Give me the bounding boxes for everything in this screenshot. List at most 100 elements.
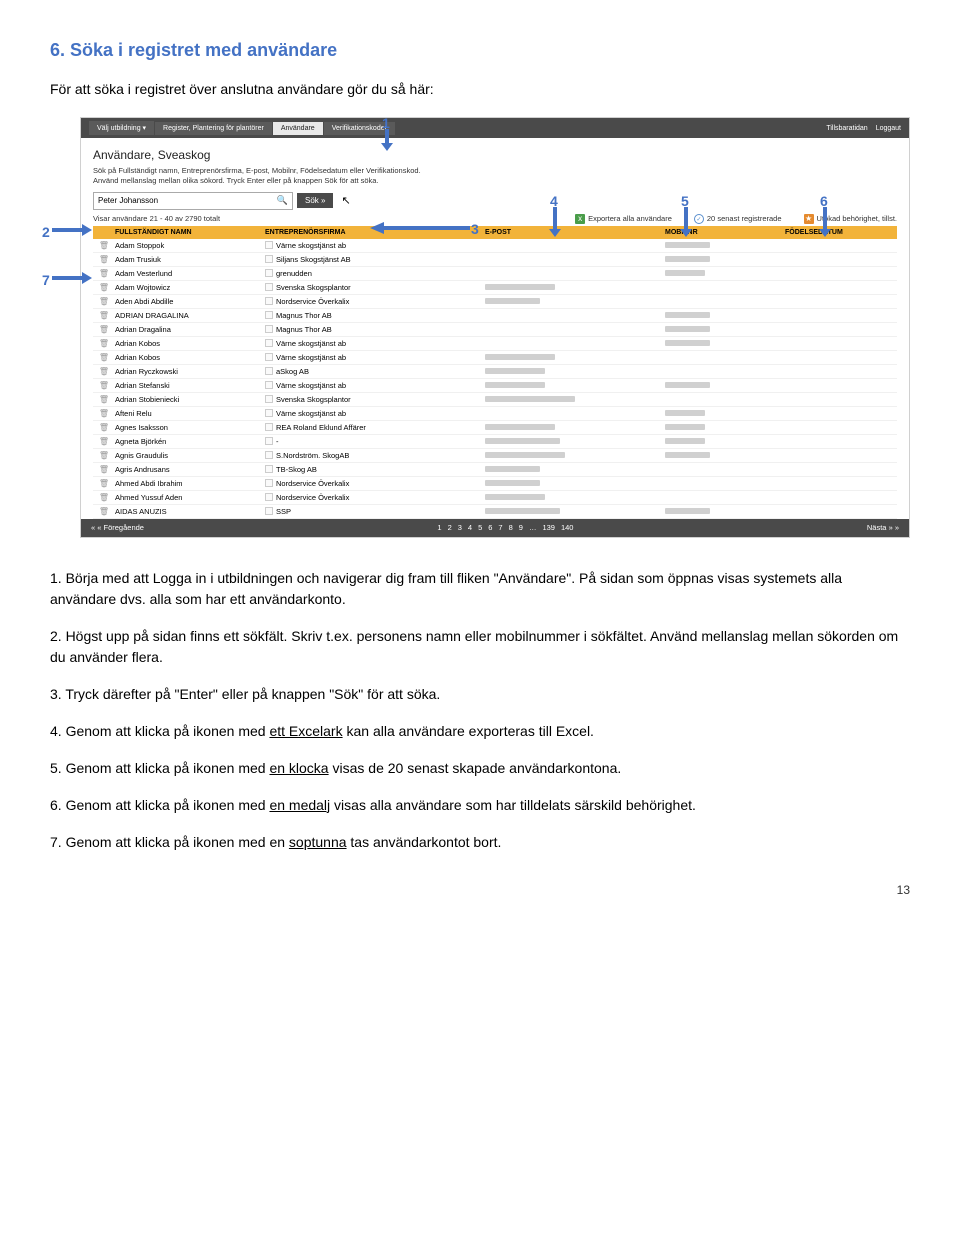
- cell-epost: [485, 493, 665, 502]
- cell-epost: [485, 381, 665, 390]
- link-recent-users[interactable]: ✓ 20 senast registrerade: [694, 214, 782, 224]
- pager-page[interactable]: 8: [509, 523, 513, 532]
- delete-icon[interactable]: 🗑: [93, 283, 115, 292]
- cell-firm: S.Nordström. SkogAB: [265, 451, 485, 460]
- delete-icon[interactable]: 🗑: [93, 507, 115, 516]
- cell-mobil: [665, 423, 785, 432]
- th-name: FULLSTÄNDIGT NAMN: [115, 229, 265, 236]
- table-row: 🗑Agris AndrusansTB-Skog AB: [93, 463, 897, 477]
- pager-next[interactable]: Nästa » »: [867, 523, 899, 532]
- delete-icon[interactable]: 🗑: [93, 367, 115, 376]
- pager-page[interactable]: 9: [519, 523, 523, 532]
- menu-anvandare[interactable]: Användare: [273, 122, 323, 135]
- cell-firm: Värne skogstjänst ab: [265, 339, 485, 348]
- firm-icon: [265, 353, 273, 361]
- table-row: 🗑ADRIAN DRAGALINAMagnus Thor AB: [93, 309, 897, 323]
- delete-icon[interactable]: 🗑: [93, 325, 115, 334]
- instr-2: 2. Högst upp på sidan finns ett sökfält.…: [50, 626, 910, 668]
- firm-icon: [265, 255, 273, 263]
- callout-7: 7: [42, 272, 50, 288]
- pager-page[interactable]: 139: [542, 523, 555, 532]
- cell-name: AIDAS ANUZIS: [115, 507, 265, 516]
- firm-icon: [265, 339, 273, 347]
- pager-page[interactable]: 4: [468, 523, 472, 532]
- link-loggaut[interactable]: Loggaut: [876, 125, 901, 132]
- table-row: 🗑Ahmed Yussuf AdenNordservice Överkalix: [93, 491, 897, 505]
- link-export-users[interactable]: x Exportera alla användare: [575, 214, 672, 224]
- cell-firm: aSkog AB: [265, 367, 485, 376]
- search-input[interactable]: Peter Johansson 🔍: [93, 192, 293, 210]
- firm-icon: [265, 507, 273, 515]
- search-row: Peter Johansson 🔍 Sök » ↖: [93, 192, 897, 210]
- link-tillsbara[interactable]: Tillsbaratidan: [826, 125, 867, 132]
- delete-icon[interactable]: 🗑: [93, 479, 115, 488]
- pager-page[interactable]: 2: [448, 523, 452, 532]
- cell-name: Adam Stoppok: [115, 241, 265, 250]
- cell-mobil: [665, 437, 785, 446]
- firm-icon: [265, 311, 273, 319]
- pager-page[interactable]: 1: [437, 523, 441, 532]
- cell-epost: [485, 507, 665, 516]
- cell-name: Adrian Dragalina: [115, 325, 265, 334]
- firm-icon: [265, 269, 273, 277]
- delete-icon[interactable]: 🗑: [93, 465, 115, 474]
- pager-page[interactable]: 7: [498, 523, 502, 532]
- delete-icon[interactable]: 🗑: [93, 409, 115, 418]
- pager-page[interactable]: …: [529, 523, 537, 532]
- firm-icon: [265, 297, 273, 305]
- pager-page[interactable]: 140: [561, 523, 574, 532]
- table-header: FULLSTÄNDIGT NAMN ENTREPRENÖRSFIRMA E-PO…: [93, 226, 897, 239]
- cell-epost: [485, 479, 665, 488]
- delete-icon[interactable]: 🗑: [93, 451, 115, 460]
- delete-icon[interactable]: 🗑: [93, 255, 115, 264]
- cell-mobil: [665, 507, 785, 516]
- menu-valj-utbildning[interactable]: Välj utbildning ▾: [89, 121, 154, 135]
- delete-icon[interactable]: 🗑: [93, 311, 115, 320]
- medal-icon: ★: [804, 214, 814, 224]
- arrow-1-down: [379, 129, 395, 151]
- delete-icon[interactable]: 🗑: [93, 381, 115, 390]
- firm-icon: [265, 493, 273, 501]
- pager-page[interactable]: 6: [488, 523, 492, 532]
- cell-name: Adam Vesterlund: [115, 269, 265, 278]
- instructions-list: 1. Börja med att Logga in i utbildningen…: [50, 568, 910, 853]
- delete-icon[interactable]: 🗑: [93, 437, 115, 446]
- callout-3: 3: [471, 221, 479, 237]
- delete-icon[interactable]: 🗑: [93, 339, 115, 348]
- firm-icon: [265, 283, 273, 291]
- menu-register[interactable]: Register, Plantering för plantörer: [155, 122, 272, 135]
- cell-name: ADRIAN DRAGALINA: [115, 311, 265, 320]
- screenshot-with-callouts: 1 2 3 4 5 6 7 Välj utbi: [50, 117, 910, 538]
- table-row: 🗑Ahmed Abdi IbrahimNordservice Överkalix: [93, 477, 897, 491]
- firm-icon: [265, 367, 273, 375]
- th-fodel: FÖDELSEDATUM: [785, 229, 885, 236]
- cell-mobil: [665, 269, 785, 278]
- delete-icon[interactable]: 🗑: [93, 269, 115, 278]
- table-row: 🗑Adrian KobosVärne skogstjänst ab: [93, 337, 897, 351]
- search-icon[interactable]: 🔍: [277, 195, 288, 206]
- table-row: 🗑Afteni ReluVärne skogstjänst ab: [93, 407, 897, 421]
- delete-icon[interactable]: 🗑: [93, 297, 115, 306]
- pager-page[interactable]: 3: [458, 523, 462, 532]
- pager-prev[interactable]: « « Föregående: [91, 523, 144, 532]
- cell-firm: Svenska Skogsplantor: [265, 395, 485, 404]
- table-row: 🗑Adrian KobosVärne skogstjänst ab: [93, 351, 897, 365]
- instr-1: 1. Börja med att Logga in i utbildningen…: [50, 568, 910, 610]
- firm-icon: [265, 409, 273, 417]
- cell-name: Agnis Graudulis: [115, 451, 265, 460]
- th-epost: E-POST: [485, 229, 665, 236]
- pager-page[interactable]: 5: [478, 523, 482, 532]
- delete-icon[interactable]: 🗑: [93, 395, 115, 404]
- cell-name: Aden Abdi Abdille: [115, 297, 265, 306]
- table-row: 🗑Adam StoppokVärne skogstjänst ab: [93, 239, 897, 253]
- cell-name: Adrian Stobieniecki: [115, 395, 265, 404]
- delete-icon[interactable]: 🗑: [93, 493, 115, 502]
- cell-mobil: [665, 311, 785, 320]
- cell-name: Adrian Ryczkowski: [115, 367, 265, 376]
- delete-icon[interactable]: 🗑: [93, 353, 115, 362]
- delete-icon[interactable]: 🗑: [93, 423, 115, 432]
- delete-icon[interactable]: 🗑: [93, 241, 115, 250]
- cell-name: Ahmed Abdi Ibrahim: [115, 479, 265, 488]
- search-button[interactable]: Sök »: [297, 193, 333, 208]
- cell-firm: -: [265, 437, 485, 446]
